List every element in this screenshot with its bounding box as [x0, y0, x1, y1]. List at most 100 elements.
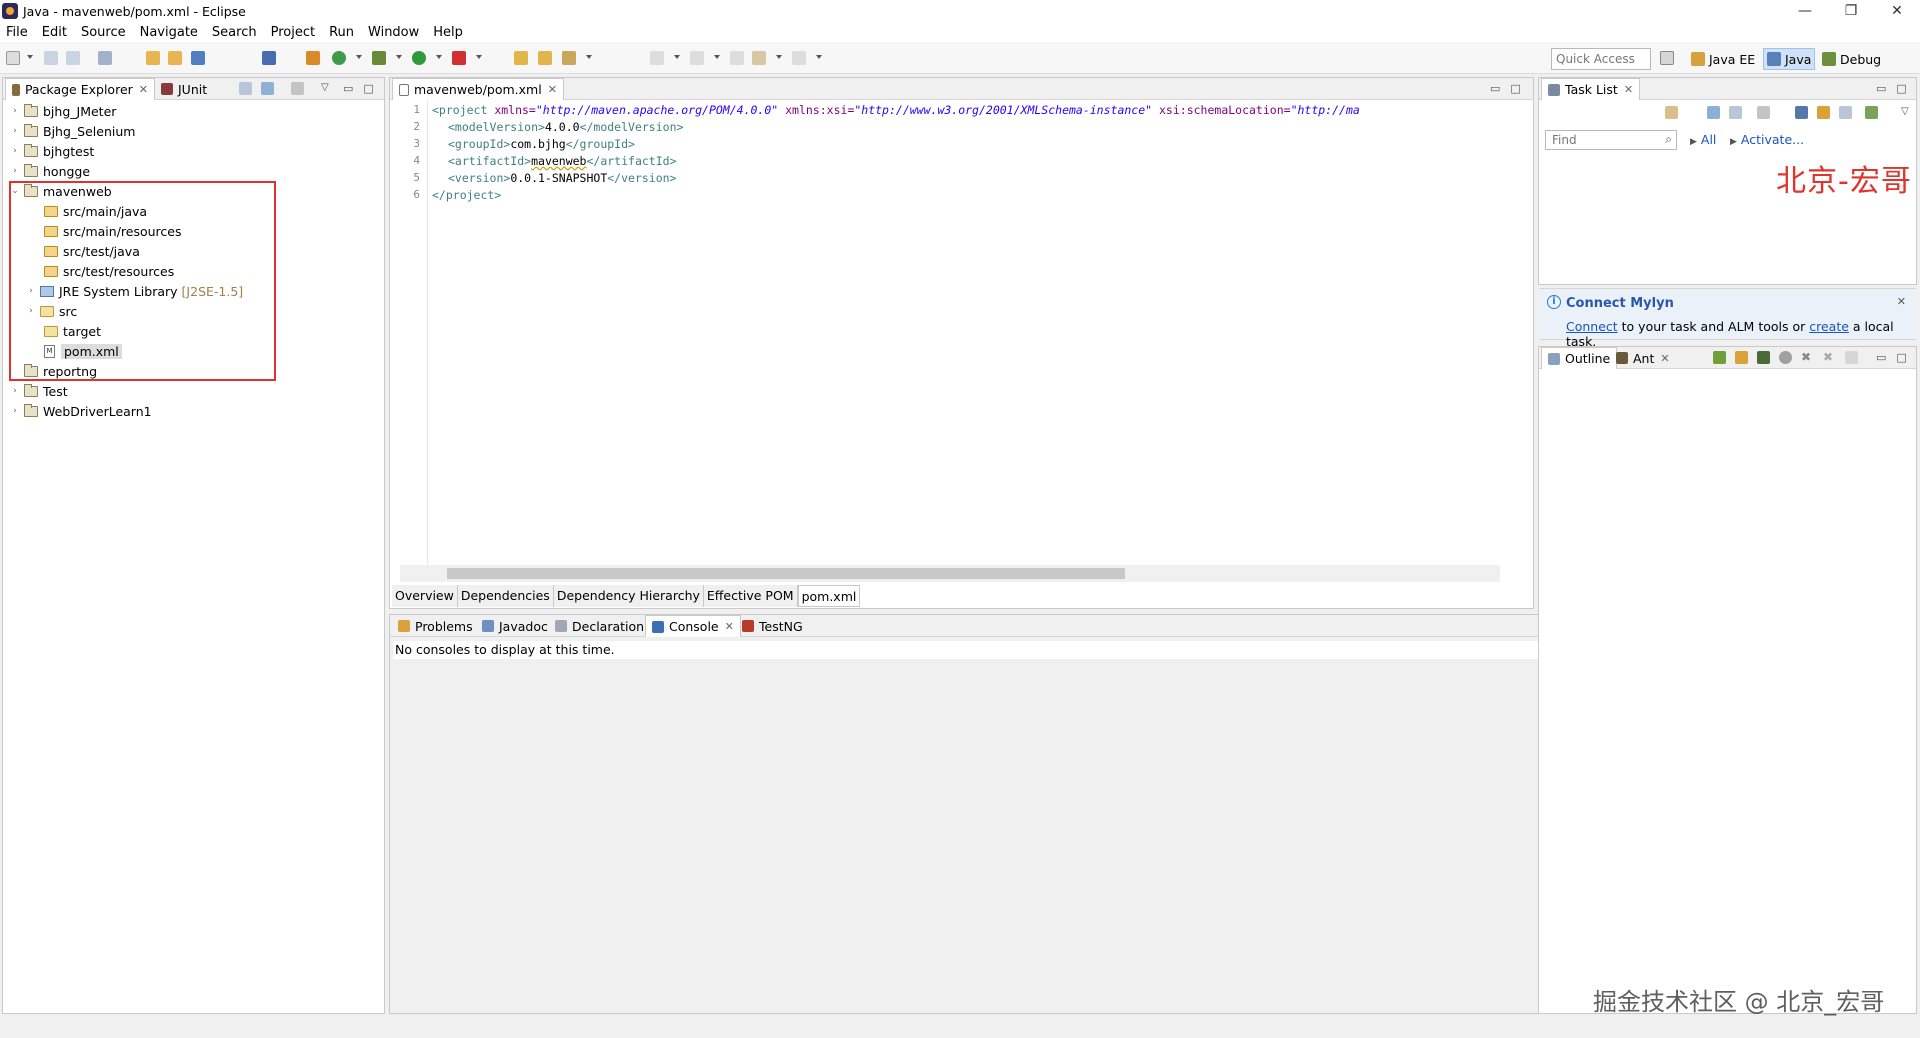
tab-pom-editor[interactable]: mavenweb/pom.xml ✕	[392, 78, 564, 100]
remove-icon[interactable]: ✖	[1801, 351, 1814, 364]
add-buildfile-icon[interactable]	[1713, 351, 1726, 364]
forward-icon[interactable]	[792, 51, 806, 65]
horizontal-scrollbar[interactable]	[400, 565, 1500, 582]
close-icon[interactable]: ✕	[1897, 295, 1906, 308]
tab-task-list[interactable]: Task List ✕	[1541, 78, 1641, 100]
collapse-all-icon[interactable]	[1845, 351, 1858, 364]
tree-project[interactable]: › Bjhg_Selenium	[10, 122, 135, 140]
focus-task-icon[interactable]	[291, 82, 304, 95]
run-icon[interactable]	[412, 51, 426, 65]
remove-all-icon[interactable]: ✖	[1823, 351, 1836, 364]
tree-project[interactable]: › bjhg_JMeter	[10, 102, 116, 120]
close-icon[interactable]: ✕	[1624, 83, 1633, 96]
view-menu-icon[interactable]: ▽	[1901, 106, 1914, 119]
expand-arrow-icon[interactable]: ›	[10, 406, 20, 416]
previous-annotation-dropdown-icon[interactable]	[714, 55, 720, 59]
new-class-dropdown-icon[interactable]	[356, 55, 362, 59]
menu-edit[interactable]: Edit	[42, 25, 67, 40]
previous-annotation-icon[interactable]	[690, 51, 704, 65]
quick-access-input[interactable]: Quick Access	[1551, 48, 1651, 70]
open-perspective-icon[interactable]	[1660, 51, 1674, 65]
debug-dropdown-icon[interactable]	[396, 55, 402, 59]
minimize-panel-icon[interactable]: ▭	[343, 82, 353, 95]
create-link[interactable]: create	[1809, 319, 1849, 334]
tab-dependencies[interactable]: Dependencies	[457, 585, 554, 607]
task-filter-all[interactable]: ▶ All	[1690, 132, 1716, 147]
maximize-panel-icon[interactable]: □	[363, 82, 373, 95]
save-icon[interactable]	[44, 51, 58, 65]
tree-project[interactable]: › hongge	[10, 162, 90, 180]
tree-project[interactable]: › WebDriverLearn1	[10, 402, 152, 420]
maximize-panel-icon[interactable]: □	[1896, 82, 1906, 95]
toggle-breakpoint-icon[interactable]	[262, 51, 276, 65]
minimize-panel-icon[interactable]: ▭	[1490, 82, 1500, 95]
search-dropdown-icon[interactable]	[586, 55, 592, 59]
collapse-all-icon[interactable]	[239, 82, 252, 95]
close-icon[interactable]: ✕	[1660, 352, 1669, 365]
maximize-panel-icon[interactable]: □	[1510, 82, 1520, 95]
next-annotation-dropdown-icon[interactable]	[674, 55, 680, 59]
tab-package-explorer[interactable]: Package Explorer ✕	[5, 78, 155, 100]
tab-overview[interactable]: Overview	[392, 585, 458, 607]
tab-testng[interactable]: TestNG	[736, 615, 809, 637]
add-buildfiles-search-icon[interactable]	[1735, 351, 1748, 364]
tab-console[interactable]: Console ✕	[645, 615, 741, 637]
external-tools-dropdown-icon[interactable]	[476, 55, 482, 59]
tab-javadoc[interactable]: Javadoc	[476, 615, 554, 637]
categorized-icon[interactable]	[1707, 106, 1720, 119]
back-icon[interactable]	[752, 51, 766, 65]
console-view-icon[interactable]	[191, 51, 205, 65]
last-edit-icon[interactable]	[730, 51, 744, 65]
tab-effective-pom[interactable]: Effective POM	[703, 585, 798, 607]
connect-link[interactable]: Connect	[1566, 319, 1618, 334]
back-dropdown-icon[interactable]	[776, 55, 782, 59]
close-button[interactable]: ✕	[1874, 0, 1920, 22]
expand-arrow-icon[interactable]: ›	[10, 166, 20, 176]
open-type-icon[interactable]	[146, 51, 160, 65]
maximize-panel-icon[interactable]: □	[1896, 351, 1906, 364]
menu-project[interactable]: Project	[271, 25, 315, 40]
new-java-package-icon[interactable]	[306, 51, 320, 65]
collapse-all-icon[interactable]	[1839, 106, 1852, 119]
expand-arrow-icon[interactable]: ›	[10, 106, 20, 116]
minimize-button[interactable]: —	[1782, 0, 1828, 22]
menu-navigate[interactable]: Navigate	[140, 25, 198, 40]
tab-junit[interactable]: JUnit	[155, 78, 213, 100]
external-tools-icon[interactable]	[452, 51, 466, 65]
perspective-debug[interactable]: Debug	[1819, 48, 1884, 70]
tree-project[interactable]: › bjhgtest	[10, 142, 94, 160]
maximize-button[interactable]: ❐	[1828, 0, 1874, 22]
view-menu-icon[interactable]: ▽	[321, 82, 334, 95]
new-dropdown-icon[interactable]	[27, 55, 33, 59]
new-task-icon[interactable]	[1665, 106, 1678, 119]
find-input[interactable]: Find ⌕	[1545, 130, 1677, 150]
debug-icon[interactable]	[372, 51, 386, 65]
expand-arrow-icon[interactable]: ›	[10, 126, 20, 136]
run-dropdown-icon[interactable]	[436, 55, 442, 59]
menu-window[interactable]: Window	[368, 25, 419, 40]
menu-help[interactable]: Help	[433, 25, 463, 40]
code-editor[interactable]: 1 2 3 4 5 6 <project xmlns="http://maven…	[392, 100, 1532, 565]
close-icon[interactable]: ✕	[725, 620, 734, 633]
expand-arrow-icon[interactable]: ›	[10, 146, 20, 156]
close-icon[interactable]: ✕	[548, 83, 557, 96]
tree-project[interactable]: › Test	[10, 382, 68, 400]
synchronize-icon[interactable]	[1865, 106, 1878, 119]
new-icon[interactable]	[6, 51, 20, 65]
link-with-editor-icon[interactable]	[261, 82, 274, 95]
minimize-panel-icon[interactable]: ▭	[1876, 82, 1886, 95]
scheduled-icon[interactable]	[1729, 106, 1742, 119]
save-all-icon[interactable]	[66, 51, 80, 65]
close-icon[interactable]: ✕	[139, 83, 148, 96]
expand-arrow-icon[interactable]: ›	[10, 386, 20, 396]
open-project-icon[interactable]	[514, 51, 528, 65]
menu-search[interactable]: Search	[212, 25, 257, 40]
tab-outline[interactable]: Outline	[1541, 347, 1618, 369]
tab-pom-xml[interactable]: pom.xml	[797, 585, 861, 607]
minimize-panel-icon[interactable]: ▭	[1876, 351, 1886, 364]
task-activate[interactable]: ▶ Activate...	[1730, 132, 1804, 147]
new-class-icon[interactable]	[332, 51, 346, 65]
tab-declaration[interactable]: Declaration	[549, 615, 650, 637]
tab-dependency-hierarchy[interactable]: Dependency Hierarchy	[553, 585, 704, 607]
open-folder-icon[interactable]	[538, 51, 552, 65]
